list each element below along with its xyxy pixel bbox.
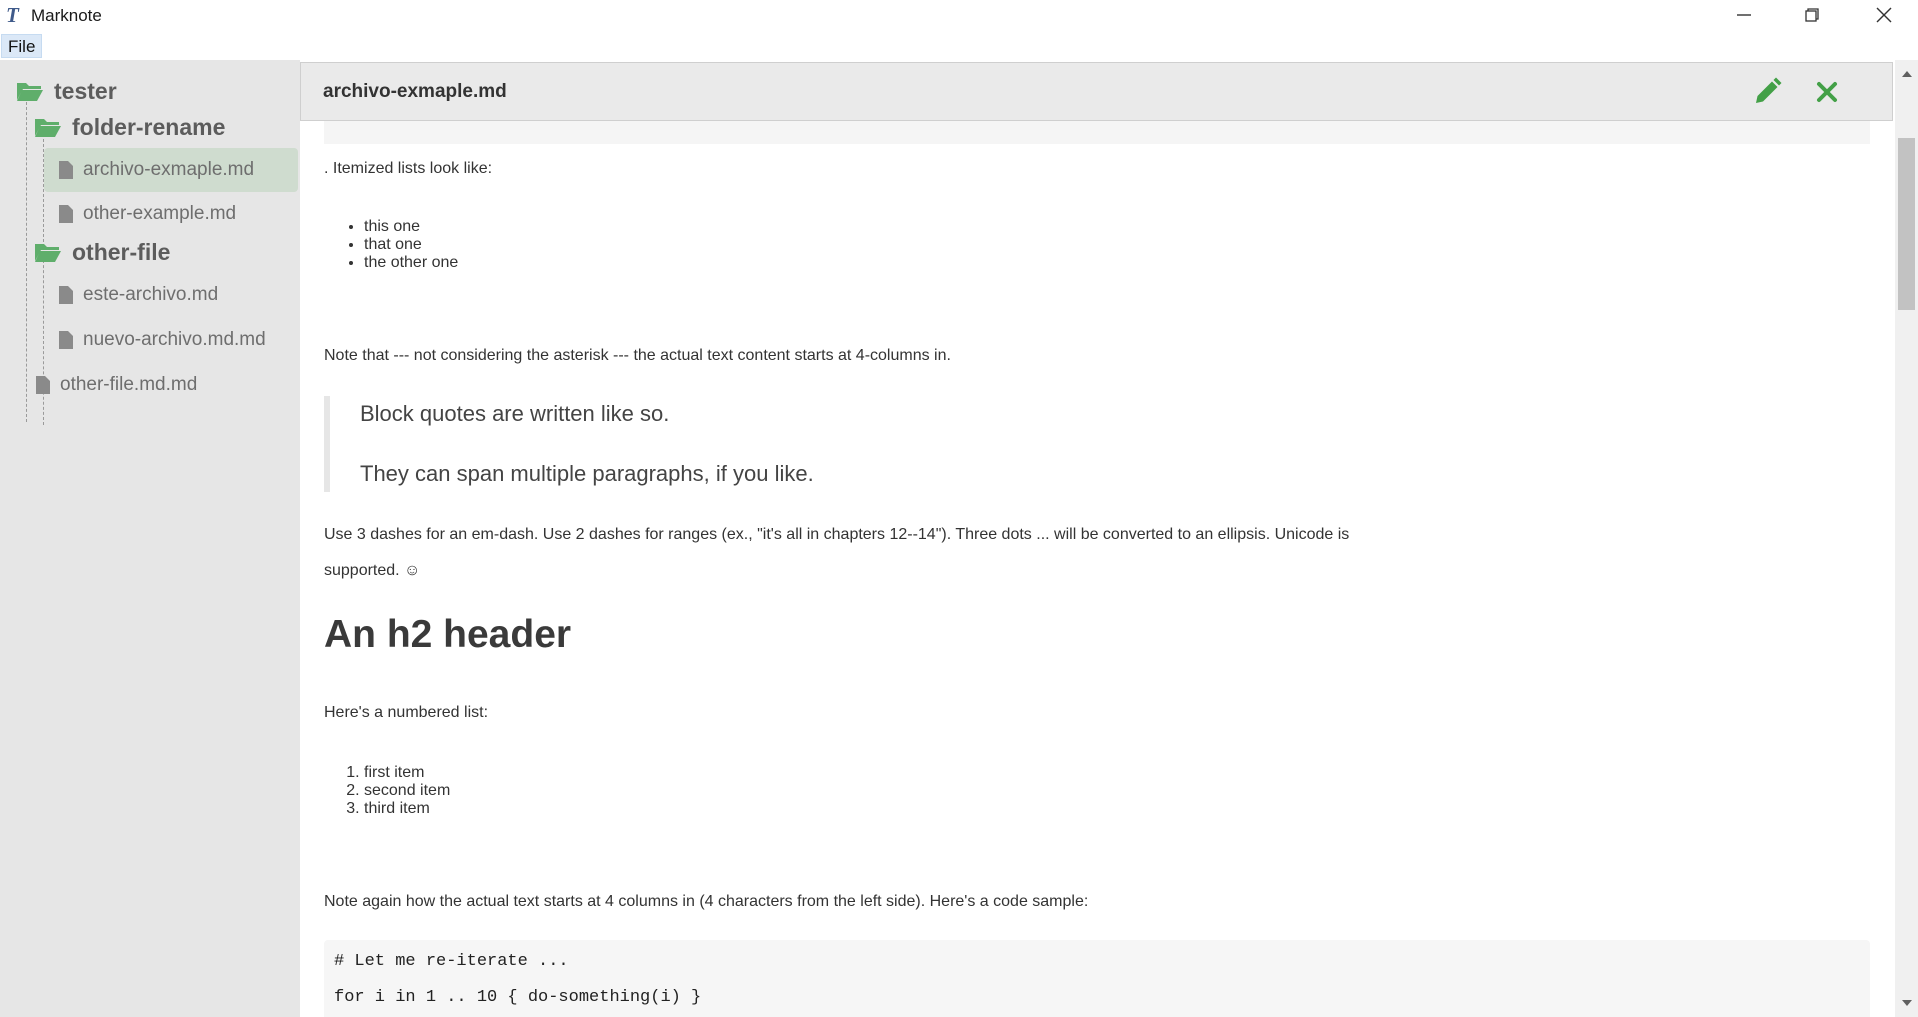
file-label: este-archivo.md bbox=[83, 284, 219, 305]
folder-label: tester bbox=[54, 77, 117, 104]
maximize-button[interactable] bbox=[1778, 0, 1846, 30]
list-item: this one bbox=[364, 218, 458, 236]
folder-open-icon bbox=[17, 83, 43, 101]
window-title: Marknote bbox=[31, 6, 102, 25]
file-icon bbox=[59, 205, 73, 223]
list-item: first item bbox=[364, 764, 450, 782]
folder-other-file[interactable]: other-file bbox=[34, 234, 170, 270]
code-line: for i in 1 .. 10 { do-something(i) } bbox=[334, 988, 702, 1007]
list-item: second item bbox=[364, 782, 450, 800]
title-bar: T Marknote bbox=[0, 0, 1918, 30]
list-item: the other one bbox=[364, 254, 458, 272]
file-icon bbox=[59, 161, 73, 179]
file-item-nuevo-archivo[interactable]: nuevo-archivo.md.md bbox=[44, 322, 266, 358]
document-pane: archivo-exmaple.md . Itemized lists look… bbox=[300, 60, 1895, 1017]
blockquote: Block quotes are written like so. They c… bbox=[324, 396, 814, 492]
numbered-list: first item second item third item bbox=[324, 764, 450, 818]
file-label: archivo-exmaple.md bbox=[83, 159, 255, 180]
minimize-icon bbox=[1737, 14, 1751, 16]
pencil-icon bbox=[1756, 77, 1782, 103]
menu-file[interactable]: File bbox=[1, 34, 43, 58]
close-window-button[interactable] bbox=[1850, 0, 1918, 30]
file-item-este-archivo[interactable]: este-archivo.md bbox=[44, 277, 218, 313]
list-item: third item bbox=[364, 800, 450, 818]
quote-line: They can span multiple paragraphs, if yo… bbox=[360, 461, 814, 486]
scroll-thumb[interactable] bbox=[1898, 138, 1915, 310]
bullet-list: this one that one the other one bbox=[324, 218, 458, 272]
menu-bar: File bbox=[0, 32, 1918, 60]
app-logo-icon: T bbox=[6, 3, 19, 27]
file-item-archivo-exmaple[interactable]: archivo-exmaple.md bbox=[44, 148, 298, 192]
document-header: archivo-exmaple.md bbox=[300, 62, 1893, 121]
paragraph-itemized: . Itemized lists look like: bbox=[324, 160, 493, 177]
paragraph-note-1: Note that --- not considering the asteri… bbox=[324, 347, 951, 364]
folder-folder-rename[interactable]: folder-rename bbox=[34, 109, 225, 145]
list-item: that one bbox=[364, 236, 458, 254]
file-icon bbox=[59, 286, 73, 304]
file-item-other-example[interactable]: other-example.md bbox=[44, 196, 236, 232]
file-tree-sidebar: tester folder-rename archivo-exmaple.md … bbox=[0, 60, 300, 1017]
close-icon bbox=[1876, 7, 1892, 23]
file-item-other-file-md[interactable]: other-file.md.md bbox=[21, 367, 197, 403]
edit-button[interactable] bbox=[1751, 76, 1783, 108]
paragraph-note-2: Note again how the actual text starts at… bbox=[324, 893, 1089, 910]
scroll-up-button[interactable] bbox=[1895, 64, 1918, 84]
scroll-down-button[interactable] bbox=[1895, 993, 1918, 1013]
folder-tester[interactable]: tester bbox=[16, 73, 117, 109]
document-title: archivo-exmaple.md bbox=[323, 81, 507, 102]
maximize-icon bbox=[1805, 8, 1819, 22]
h2-header: An h2 header bbox=[324, 613, 572, 656]
scroll-up-icon bbox=[1901, 71, 1912, 77]
close-document-button[interactable] bbox=[1811, 76, 1843, 108]
file-label: other-file.md.md bbox=[60, 374, 198, 395]
code-block: # Let me re-iterate ... for i in 1 .. 10… bbox=[324, 940, 1870, 1017]
quote-line: Block quotes are written like so. bbox=[360, 401, 670, 426]
close-icon bbox=[1817, 82, 1837, 102]
file-label: nuevo-archivo.md.md bbox=[83, 329, 266, 350]
vertical-scrollbar[interactable] bbox=[1895, 60, 1918, 1017]
code-line: # Let me re-iterate ... bbox=[334, 952, 569, 971]
paragraph-dashes-line-2: supported. ☺ bbox=[324, 562, 421, 579]
folder-open-icon bbox=[35, 244, 61, 262]
paragraph-numbered-intro: Here's a numbered list: bbox=[324, 704, 489, 721]
file-icon bbox=[36, 376, 50, 394]
file-icon bbox=[59, 331, 73, 349]
folder-label: folder-rename bbox=[72, 113, 226, 140]
folder-label: other-file bbox=[72, 238, 171, 265]
paragraph-dashes-line-1: Use 3 dashes for an em-dash. Use 2 dashe… bbox=[324, 526, 1350, 543]
file-label: other-example.md bbox=[83, 203, 237, 224]
folder-open-icon bbox=[35, 119, 61, 137]
minimize-button[interactable] bbox=[1710, 0, 1778, 30]
scroll-down-icon bbox=[1901, 1000, 1912, 1006]
cut-off-code-block bbox=[324, 120, 1870, 144]
